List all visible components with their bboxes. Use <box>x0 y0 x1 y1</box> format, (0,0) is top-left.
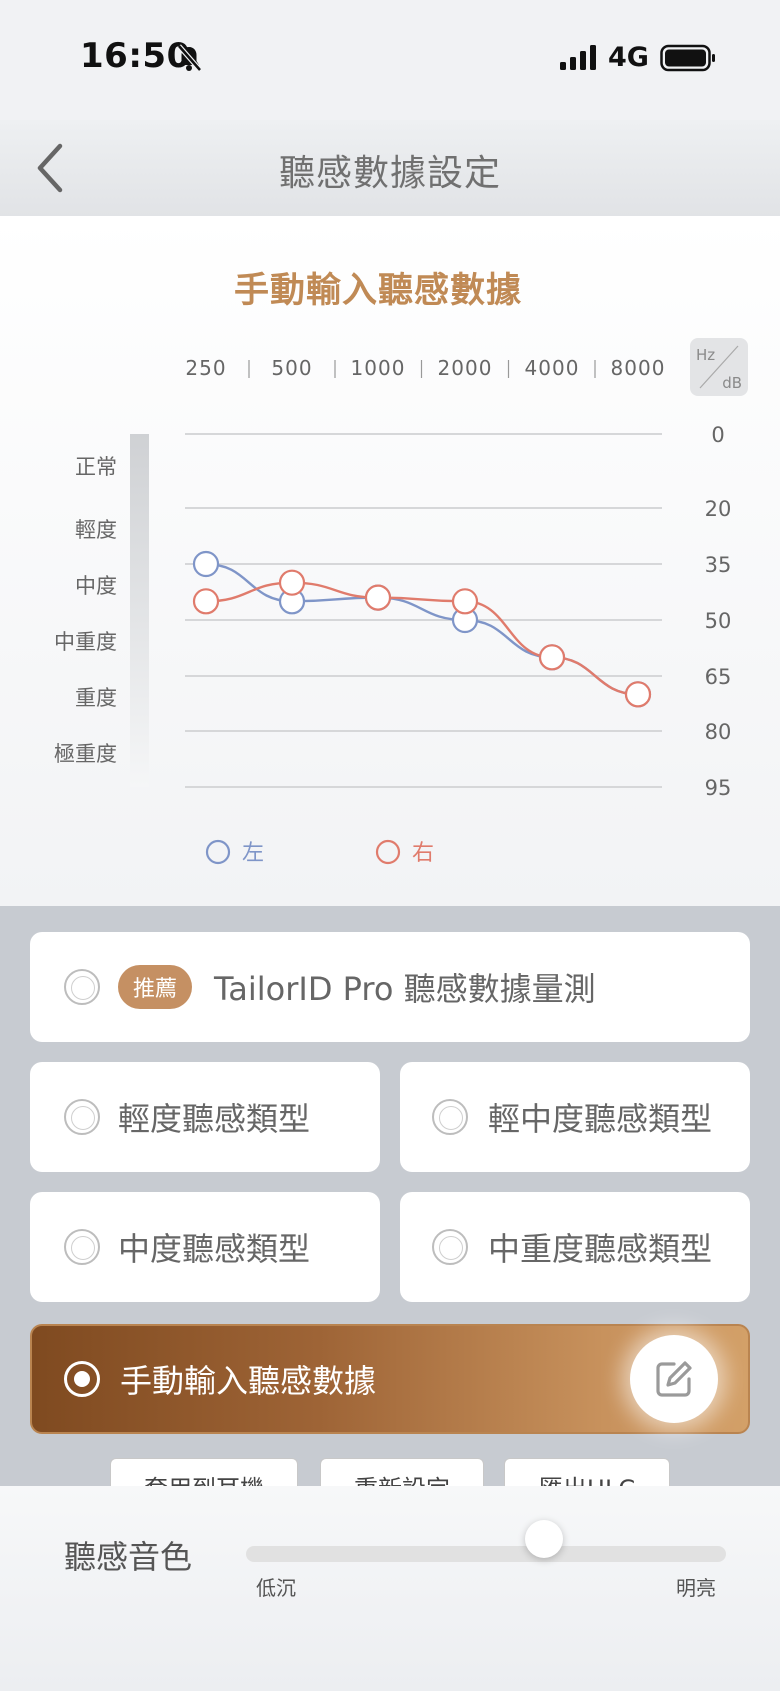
y-tick-label: 65 <box>705 665 732 689</box>
options-panel: 推薦 TailorID Pro 聽感數據量測 輕度聽感類型 輕中度聽感類型 中度… <box>0 906 780 1486</box>
y-tick-label: 35 <box>705 553 732 577</box>
severity-label: 輕度 <box>75 518 117 542</box>
option-label: 中重度聽感類型 <box>488 1230 713 1268</box>
tone-slider-track[interactable] <box>246 1546 726 1562</box>
y-tick-label: 95 <box>705 776 732 800</box>
severity-bar <box>130 434 149 787</box>
option-label: 中度聽感類型 <box>118 1230 311 1268</box>
tone-max-label: 明亮 <box>676 1576 716 1600</box>
data-point <box>192 550 220 578</box>
tone-panel: 聽感音色 低沉 明亮 <box>0 1486 780 1691</box>
severity-label: 中度 <box>75 574 117 598</box>
x-tick-label: 250 <box>185 356 226 380</box>
status-bar: 16:50 4G <box>0 0 780 120</box>
radio-button[interactable] <box>64 1099 100 1135</box>
radio-button-selected[interactable] <box>64 1361 100 1397</box>
option-tailorid-pro[interactable]: 推薦 TailorID Pro 聽感數據量測 <box>30 932 750 1042</box>
severity-label: 極重度 <box>54 742 117 766</box>
y-unit-label: dB <box>722 374 742 392</box>
option-mild-moderate[interactable]: 輕中度聽感類型 <box>400 1062 750 1172</box>
audiogram-panel: 手動輸入聽感數據 250 500 1000 2000 4000 8000 Hz dB 0 20 35… <box>0 216 780 906</box>
tone-min-label: 低沉 <box>256 1576 296 1600</box>
y-tick-label: 20 <box>705 497 732 521</box>
option-manual-input[interactable]: 手動輸入聽感數據 <box>30 1324 750 1434</box>
status-time: 16:50 <box>80 36 191 76</box>
severity-label: 重度 <box>75 686 117 710</box>
tone-label: 聽感音色 <box>64 1538 193 1576</box>
radio-button[interactable] <box>432 1099 468 1135</box>
x-tick-label: 1000 <box>351 356 406 380</box>
y-tick-label: 0 <box>711 423 724 447</box>
y-tick-label: 80 <box>705 720 732 744</box>
x-tick-label: 4000 <box>525 356 580 380</box>
severity-label: 正常 <box>75 455 117 479</box>
edit-icon <box>656 1361 692 1397</box>
page-title: 聽感數據設定 <box>278 153 501 194</box>
data-point <box>364 584 392 611</box>
option-mild[interactable]: 輕度聽感類型 <box>30 1062 380 1172</box>
legend-label: 左 <box>242 841 264 866</box>
option-label: TailorID Pro 聽感數據量測 <box>214 970 596 1008</box>
x-tick-label: 500 <box>271 356 312 380</box>
x-unit-label: Hz <box>696 346 715 364</box>
bell-muted-icon <box>177 44 202 72</box>
series-line <box>205 581 639 696</box>
edit-button[interactable] <box>630 1335 718 1423</box>
audiogram-chart: 250 500 1000 2000 4000 8000 HzdB 0 20 35 50 65 80 95 正… <box>54 338 748 866</box>
data-point <box>192 588 220 615</box>
radio-button[interactable] <box>64 1229 100 1265</box>
data-point <box>538 644 566 671</box>
x-tick-label: 8000 <box>611 356 666 380</box>
data-point <box>451 588 479 615</box>
radio-button[interactable] <box>432 1229 468 1265</box>
legend-label: 右 <box>412 841 434 866</box>
battery-icon <box>660 44 715 72</box>
radio-button[interactable] <box>64 969 100 1005</box>
y-tick-label: 50 <box>705 609 732 633</box>
signal-icon <box>560 45 596 70</box>
option-moderate-severe[interactable]: 中重度聽感類型 <box>400 1192 750 1302</box>
legend-marker <box>375 839 401 865</box>
option-moderate[interactable]: 中度聽感類型 <box>30 1192 380 1302</box>
nav-bar: 聽感數據設定 <box>0 120 780 216</box>
recommend-badge: 推薦 <box>118 965 193 1009</box>
option-label: 輕中度聽感類型 <box>488 1100 713 1138</box>
data-point <box>278 569 306 596</box>
legend-marker <box>205 839 231 865</box>
data-point <box>624 681 652 708</box>
option-label: 輕度聽感類型 <box>118 1100 311 1138</box>
x-tick-label: 2000 <box>438 356 493 380</box>
tone-slider-knob[interactable] <box>524 1520 563 1558</box>
severity-label: 中重度 <box>54 630 117 654</box>
network-type: 4G <box>608 42 649 73</box>
option-label: 手動輸入聽感數據 <box>120 1362 377 1400</box>
